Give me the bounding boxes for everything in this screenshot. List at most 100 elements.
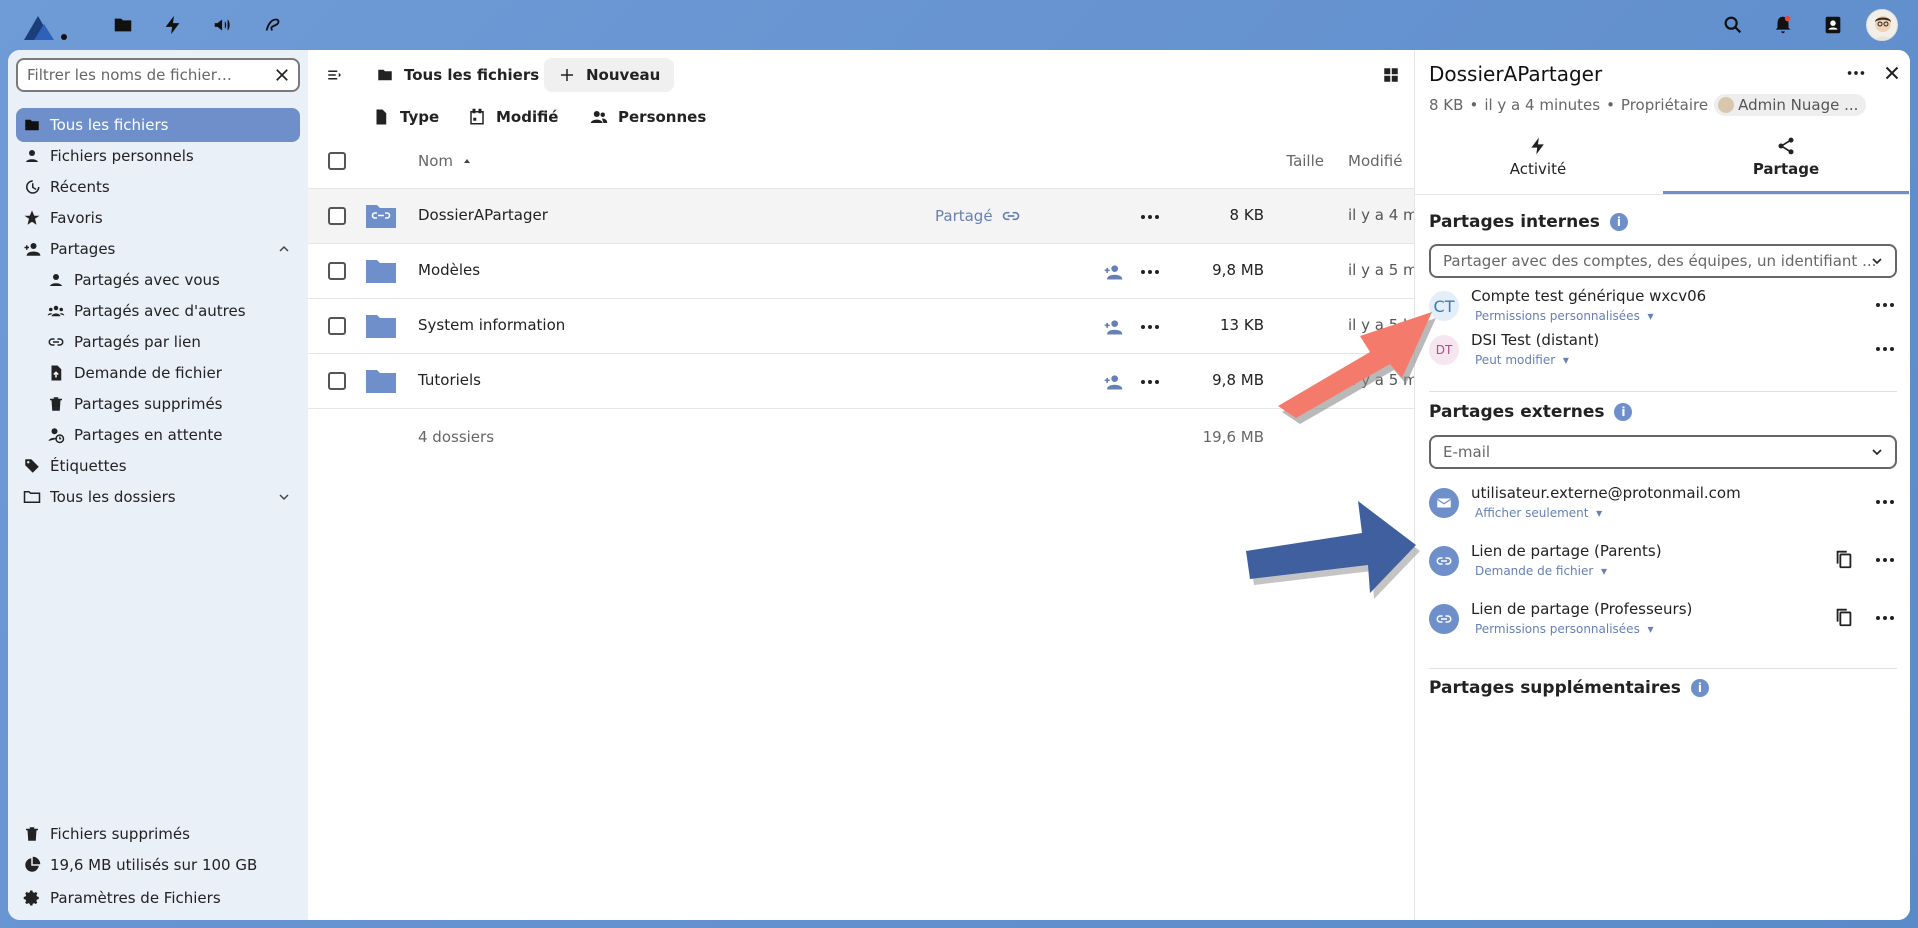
share-entry: Lien de partage (Professeurs) Permission… <box>1429 600 1897 648</box>
group-icon <box>46 301 66 321</box>
row-checkbox[interactable] <box>328 317 346 335</box>
more-actions-icon[interactable] <box>1845 62 1867 84</box>
share-permission-dropdown[interactable]: Afficher seulement ▾ <box>1475 506 1602 520</box>
share-person-icon[interactable] <box>1103 262 1123 282</box>
user-avatar[interactable] <box>1866 9 1898 41</box>
contacts-icon[interactable] <box>1820 12 1846 38</box>
sidebar-item-deleted-shares[interactable]: Partages supprimés <box>16 387 300 421</box>
info-icon[interactable]: i <box>1690 679 1709 697</box>
file-name[interactable]: Tutoriels <box>418 371 481 389</box>
star-icon <box>22 208 42 228</box>
storage-quota-label: 19,6 MB utilisés sur 100 GB <box>50 856 258 874</box>
more-actions-icon[interactable] <box>1873 295 1897 315</box>
sidebar-item-shares[interactable]: Partages <box>16 232 300 266</box>
sidebar-item-all-folders[interactable]: Tous les dossiers <box>16 480 300 514</box>
sharing-sidebar: DossierAPartager 8 KB • il y a 4 minutes… <box>1414 50 1910 920</box>
share-person-icon[interactable] <box>1103 372 1123 392</box>
search-icon[interactable] <box>1720 12 1746 38</box>
file-upload-icon <box>46 363 66 383</box>
table-row[interactable]: System information 13 KB il y a 5 heures <box>308 299 1454 354</box>
file-name[interactable]: System information <box>418 316 565 334</box>
folder-icon <box>378 69 392 81</box>
share-permission-dropdown[interactable]: Permissions personnalisées ▾ <box>1475 622 1653 636</box>
files-settings-button[interactable]: Paramètres de Fichiers <box>16 881 300 915</box>
sidebar-item-deleted-files[interactable]: Fichiers supprimés <box>16 817 300 851</box>
row-checkbox[interactable] <box>328 372 346 390</box>
select-all-checkbox[interactable] <box>328 152 346 170</box>
more-actions-icon[interactable] <box>1138 372 1162 392</box>
copy-icon[interactable] <box>1833 606 1855 628</box>
share-permission-dropdown[interactable]: Permissions personnalisées ▾ <box>1475 309 1653 323</box>
sidebar-item-recent[interactable]: Récents <box>16 170 300 204</box>
share-person-icon[interactable] <box>1103 317 1123 337</box>
new-button[interactable]: Nouveau <box>544 58 675 92</box>
gear-icon <box>22 888 42 908</box>
more-actions-icon[interactable] <box>1138 262 1162 282</box>
more-actions-icon[interactable] <box>1873 492 1897 512</box>
sidebar-item-personal-files[interactable]: Fichiers personnels <box>16 139 300 173</box>
column-name-header[interactable]: Nom <box>418 152 473 170</box>
more-actions-icon[interactable] <box>1873 339 1897 359</box>
file-name[interactable]: DossierAPartager <box>418 206 548 224</box>
filter-filenames-input[interactable] <box>27 66 267 84</box>
filter-people-label: Personnes <box>618 108 707 126</box>
sidebar-item-tags[interactable]: Étiquettes <box>16 449 300 483</box>
info-icon[interactable]: i <box>1609 213 1628 231</box>
owner-chip[interactable]: Admin Nuage ... <box>1714 94 1867 116</box>
folder-icon <box>366 315 396 338</box>
files-app-icon[interactable] <box>110 12 136 38</box>
file-name[interactable]: Modèles <box>418 261 480 279</box>
share-permission-dropdown[interactable]: Demande de fichier ▾ <box>1475 564 1607 578</box>
sidebar-item-shared-with-you[interactable]: Partagés avec vous <box>16 263 300 297</box>
column-modified-header[interactable]: Modifié <box>1348 152 1403 170</box>
shared-status[interactable]: Partagé <box>935 206 1021 226</box>
notifications-bell-icon[interactable] <box>1770 12 1796 38</box>
sidebar-item-shared-by-link[interactable]: Partagés par lien <box>16 325 300 359</box>
external-share-email-input[interactable]: E-mail <box>1429 435 1897 469</box>
sidebar-item-shared-with-others[interactable]: Partagés avec d'autres <box>16 294 300 328</box>
storage-quota[interactable]: 19,6 MB utilisés sur 100 GB <box>16 848 300 882</box>
filter-people-button[interactable]: Personnes <box>590 100 706 134</box>
more-actions-icon[interactable] <box>1873 608 1897 628</box>
tab-share[interactable]: Partage <box>1663 136 1909 194</box>
share-permission-dropdown[interactable]: Peut modifier ▾ <box>1475 353 1569 367</box>
sidebar-item-label: Fichiers personnels <box>50 147 194 165</box>
internal-share-search[interactable]: Partager avec des comptes, des équipes, … <box>1429 244 1897 278</box>
tag-icon <box>22 456 42 476</box>
table-row[interactable]: Modèles 9,8 MB il y a 5 mois <box>308 244 1439 299</box>
column-size-label: Taille <box>1286 152 1324 170</box>
activity-app-icon[interactable] <box>160 12 186 38</box>
filter-modified-button[interactable]: Modifié <box>468 100 558 134</box>
filter-type-label: Type <box>400 108 440 126</box>
sidebar-item-favorites[interactable]: Favoris <box>16 201 300 235</box>
column-size-header[interactable]: Taille <box>1224 152 1324 170</box>
close-icon[interactable] <box>1881 62 1903 84</box>
more-actions-icon[interactable] <box>1138 207 1162 227</box>
toggle-sidebar-button[interactable] <box>322 58 348 92</box>
copy-icon[interactable] <box>1833 548 1855 570</box>
share-entry: utilisateur.externe@protonmail.com Affic… <box>1429 484 1897 532</box>
sidebar-item-all-files[interactable]: Tous les fichiers <box>16 108 300 142</box>
sidebar-item-label: Partagés par lien <box>74 333 201 351</box>
sidebar-item-file-request[interactable]: Demande de fichier <box>16 356 300 390</box>
chevron-down-icon[interactable] <box>276 489 292 505</box>
more-actions-icon[interactable] <box>1873 550 1897 570</box>
filter-type-button[interactable]: Type <box>372 100 439 134</box>
forms-app-icon[interactable] <box>260 12 286 38</box>
table-row[interactable]: Tutoriels 9,8 MB il y a 5 mois <box>308 354 1439 409</box>
row-checkbox[interactable] <box>328 207 346 225</box>
plus-icon <box>561 69 573 81</box>
more-actions-icon[interactable] <box>1138 317 1162 337</box>
grid-view-toggle[interactable] <box>1378 58 1404 92</box>
close-icon[interactable] <box>272 65 292 85</box>
announcements-app-icon[interactable] <box>210 12 236 38</box>
nextcloud-logo[interactable] <box>20 12 70 42</box>
breadcrumb-all-files[interactable]: Tous les fichiers <box>368 58 547 92</box>
info-icon[interactable]: i <box>1614 403 1633 421</box>
table-row[interactable]: DossierAPartager Partagé 8 KB il y a 4 m… <box>308 189 1464 244</box>
chevron-up-icon[interactable] <box>276 241 292 257</box>
row-checkbox[interactable] <box>328 262 346 280</box>
tab-activity[interactable]: Activité <box>1415 136 1661 194</box>
sidebar-item-pending-shares[interactable]: Partages en attente <box>16 418 300 452</box>
sidebar-item-label: Tous les dossiers <box>50 488 176 506</box>
